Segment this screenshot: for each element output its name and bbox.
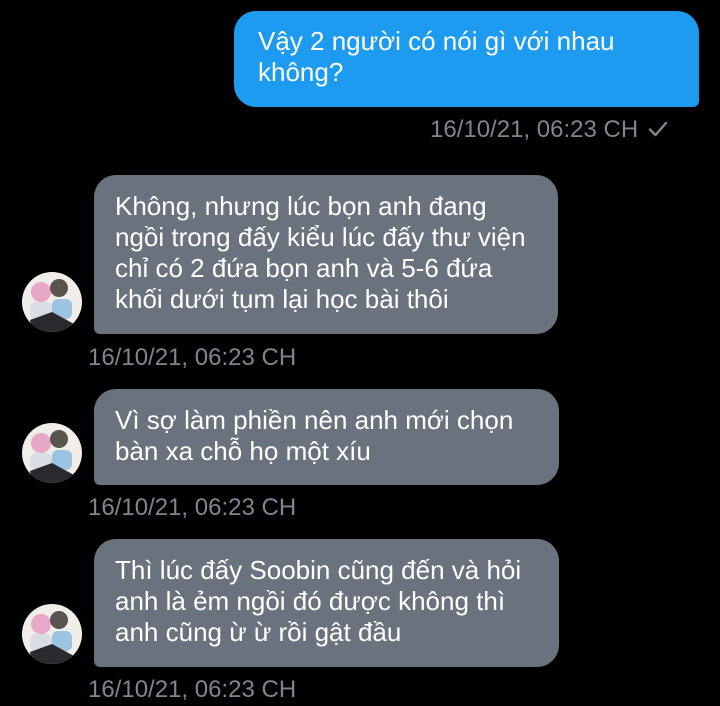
message-timestamp: 16/10/21, 06:23 CH	[430, 116, 639, 143]
message-timestamp: 16/10/21, 06:23 CH	[88, 676, 297, 703]
check-icon	[648, 117, 668, 145]
dm-conversation: { "messages": [ { "direction": "outgoing…	[0, 0, 720, 706]
message-text-line: ngồi trong đấy kiểu lúc đấy thư viện	[115, 222, 526, 252]
message-text-line: Thì lúc đấy Soobin cũng đến và hỏi	[115, 555, 522, 585]
message-text-line: bàn xa chỗ họ một xíu	[115, 436, 371, 466]
message-timestamp: 16/10/21, 06:23 CH	[88, 344, 297, 371]
message-timestamp: 16/10/21, 06:23 CH	[88, 494, 297, 521]
incoming-message-bubble[interactable]: Không, nhưng lúc bọn anh đang ngồi trong…	[94, 175, 558, 334]
avatar[interactable]	[22, 272, 82, 332]
incoming-message-bubble[interactable]: Thì lúc đấy Soobin cũng đến và hỏi anh l…	[94, 539, 559, 667]
message-meta: 16/10/21, 06:23 CH	[430, 116, 668, 145]
avatar[interactable]	[22, 423, 82, 483]
message-text-line: anh cũng ừ ừ rồi gật đầu	[115, 617, 402, 647]
incoming-message-bubble[interactable]: Vì sợ làm phiền nên anh mới chọn bàn xa …	[94, 389, 559, 485]
message-text-line: Vì sợ làm phiền nên anh mới chọn	[115, 405, 514, 435]
message-text-line: Vậy 2 người có nói gì với nhau	[258, 26, 615, 56]
message-text-line: anh là ẻm ngồi đó được không thì	[115, 586, 506, 616]
message-text-line: khối dưới tụm lại học bài thôi	[115, 284, 449, 314]
outgoing-message-bubble[interactable]: Vậy 2 người có nói gì với nhau không?	[234, 11, 699, 107]
avatar-image	[22, 272, 82, 332]
message-text-line: Không, nhưng lúc bọn anh đang	[115, 191, 487, 221]
message-text-line: chỉ có 2 đứa bọn anh và 5-6 đứa	[115, 253, 493, 283]
avatar-image	[22, 604, 82, 664]
avatar[interactable]	[22, 604, 82, 664]
message-text-line: không?	[258, 57, 344, 87]
avatar-image	[22, 423, 82, 483]
